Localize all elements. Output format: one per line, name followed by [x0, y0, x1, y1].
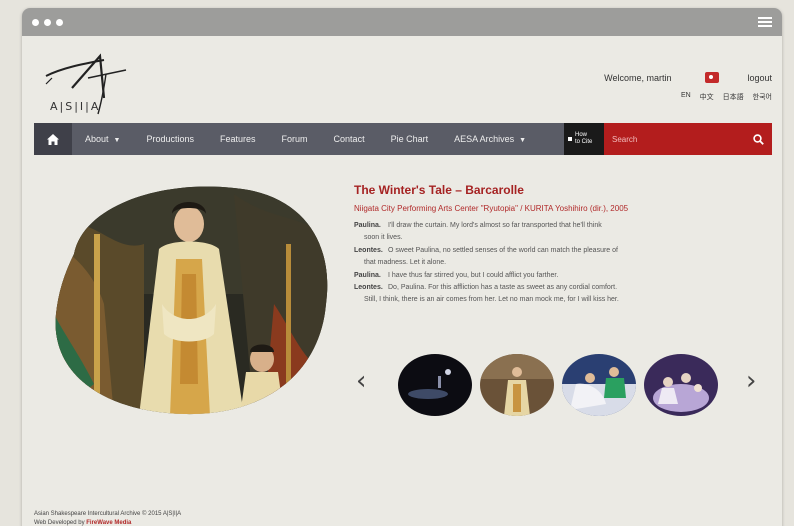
production-carousel: ‹ ›: [354, 348, 764, 418]
script-excerpt: Paulina. I'll draw the curtain. My lord's…: [354, 220, 699, 307]
window-dot: [44, 18, 51, 26]
copyright-text: Asian Shakespeare Intercultural Archive …: [34, 511, 182, 517]
lang-zh[interactable]: 中文: [700, 92, 714, 102]
carousel-thumbnail[interactable]: [562, 354, 636, 416]
nav-features[interactable]: Features: [207, 134, 269, 144]
site-logo[interactable]: A|S|I|A: [42, 48, 132, 118]
nav-pie-chart[interactable]: Pie Chart: [378, 134, 442, 144]
window-dot: [56, 18, 63, 26]
developer-link[interactable]: FireWave Media: [86, 520, 131, 526]
script-line: Leontes. O sweet Paulina, no settled sens…: [354, 245, 699, 270]
featured-production-image[interactable]: [54, 184, 329, 416]
script-line: Paulina. I'll draw the curtain. My lord's…: [354, 220, 699, 245]
nav-forum[interactable]: Forum: [269, 134, 321, 144]
nav-about-label: About: [85, 134, 109, 144]
browser-window: A|S|I|A Welcome, martin logout EN 中文 日本語…: [22, 8, 782, 526]
site-header: A|S|I|A Welcome, martin logout EN 中文 日本語…: [22, 36, 782, 126]
search-input[interactable]: [612, 134, 753, 144]
carousel-thumbnail[interactable]: [398, 354, 472, 416]
script-line: Leontes. Do, Paulina. For this affliction…: [354, 282, 699, 307]
cite-icon: [568, 137, 572, 141]
search-icon[interactable]: [753, 133, 764, 145]
line-text: I have thus far stirred you, but I could…: [388, 271, 559, 279]
window-dot: [32, 18, 39, 26]
production-subtitle[interactable]: Niigata City Performing Arts Center "Ryu…: [354, 204, 628, 213]
language-switcher: EN 中文 日本語 한국어: [681, 92, 772, 102]
how-to-cite-line1: How: [575, 132, 588, 138]
line-text: O sweet Paulina, no settled senses of th…: [388, 246, 618, 254]
line-continuation: soon it lives.: [364, 234, 403, 242]
caret-down-icon: ▼: [519, 137, 527, 144]
search-bar: [604, 123, 772, 155]
carousel-thumbnail[interactable]: [480, 354, 554, 416]
logo-text: A|S|I|A: [50, 100, 101, 113]
carousel-thumbnail[interactable]: [644, 354, 718, 416]
speaker-name: Paulina.: [354, 222, 381, 229]
developer-credit: Web Developed by FireWave Media: [34, 519, 181, 526]
lang-ja[interactable]: 日本語: [723, 92, 744, 102]
speaker-name: Leontes.: [354, 284, 383, 292]
nav-aesa-label: AESA Archives: [454, 134, 515, 144]
carousel-next-arrow-icon[interactable]: ›: [746, 366, 756, 396]
nav-aesa-archives[interactable]: AESA Archives ▼: [441, 134, 539, 144]
home-icon: [47, 133, 59, 145]
hamburger-menu-icon[interactable]: [758, 15, 772, 29]
speaker-name: Paulina.: [354, 271, 381, 279]
how-to-cite-line2: to Cite: [575, 139, 593, 145]
site-footer: Asian Shakespeare Intercultural Archive …: [34, 510, 181, 526]
user-bar: Welcome, martin logout: [604, 72, 772, 83]
line-text: Do, Paulina. For this affliction has a t…: [388, 284, 618, 292]
window-dots: [32, 18, 63, 26]
window-chrome: [22, 8, 782, 36]
line-continuation: that madness. Let it alone.: [364, 259, 447, 267]
production-title[interactable]: The Winter's Tale – Barcarolle: [354, 183, 524, 197]
nav-about[interactable]: About ▼: [72, 134, 133, 144]
lang-en[interactable]: EN: [681, 92, 691, 102]
nav-contact[interactable]: Contact: [321, 134, 378, 144]
camera-icon[interactable]: [705, 72, 720, 83]
speaker-name: Leontes.: [354, 246, 383, 254]
logout-link[interactable]: logout: [747, 73, 772, 83]
main-nav: About ▼ Productions Features Forum Contac…: [34, 123, 772, 155]
nav-bar: About ▼ Productions Features Forum Contac…: [34, 123, 564, 155]
caret-down-icon: ▼: [113, 137, 121, 144]
nav-productions[interactable]: Productions: [133, 134, 207, 144]
line-continuation: Still, I think, there is an air comes fr…: [364, 296, 619, 304]
script-line: Paulina. I have thus far stirred you, but…: [354, 270, 699, 282]
welcome-text: Welcome, martin: [604, 72, 672, 83]
developer-prefix: Web Developed by: [34, 520, 87, 526]
line-text: I'll draw the curtain. My lord's almost …: [388, 222, 602, 229]
how-to-cite-button[interactable]: How to Cite: [564, 123, 604, 155]
lang-ko[interactable]: 한국어: [753, 92, 772, 102]
carousel-prev-arrow-icon[interactable]: ‹: [356, 366, 366, 396]
home-button[interactable]: [34, 123, 72, 155]
